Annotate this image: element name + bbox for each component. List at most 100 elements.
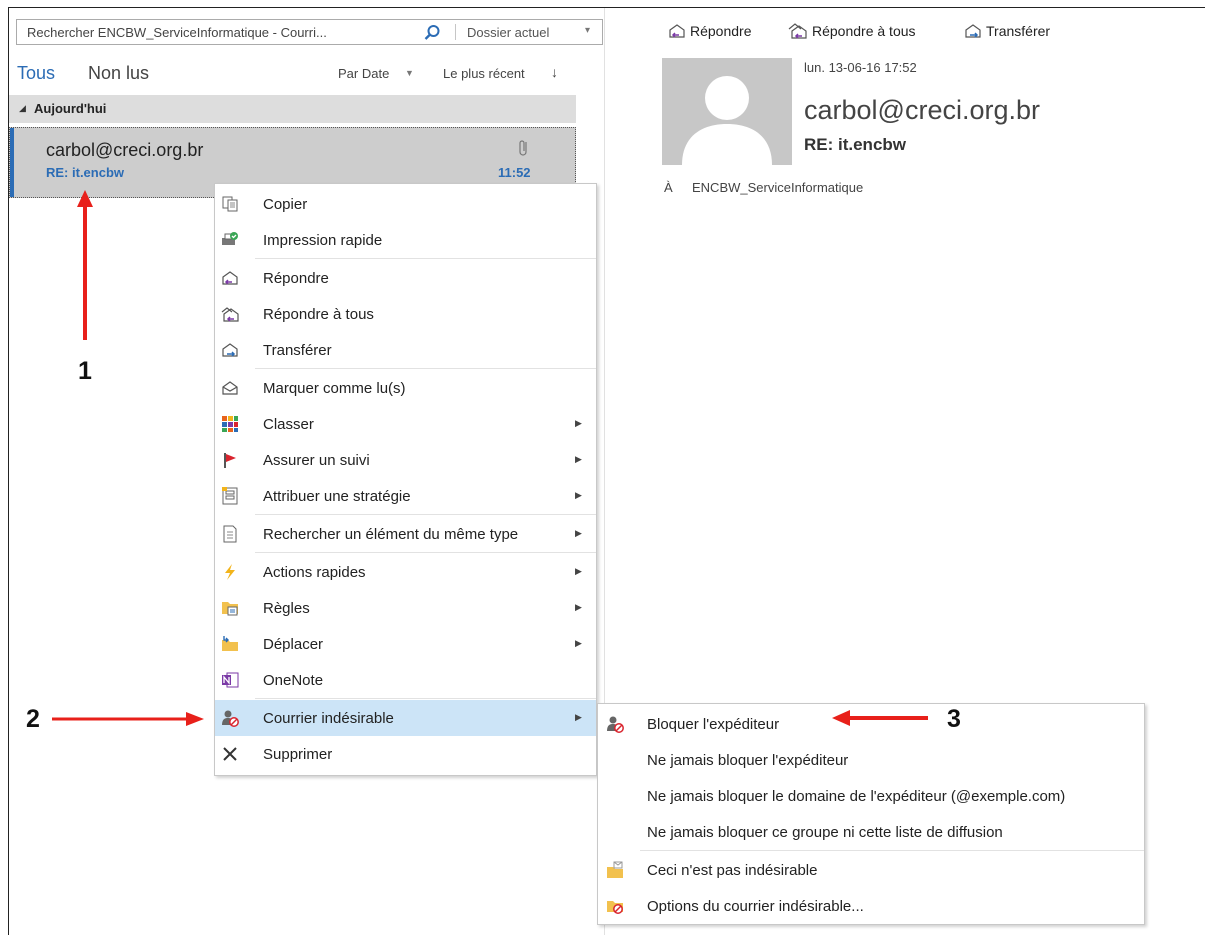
chevron-down-icon[interactable]: ▼ xyxy=(405,68,414,78)
chevron-down-icon[interactable]: ▾ xyxy=(585,25,590,36)
flag-icon xyxy=(224,453,236,468)
menu-item-marquer-lu[interactable]: Marquer comme lu(s) xyxy=(215,370,596,406)
menu-item-label: Rechercher un élément du même type xyxy=(263,526,519,543)
menu-item-label: Courrier indésirable xyxy=(263,710,394,727)
menu-item-rechercher-meme-type[interactable]: Rechercher un élément du même type ▶ xyxy=(215,516,596,552)
submenu-item-ne-jamais-bloquer-expediteur[interactable]: Ne jamais bloquer l'expéditeur xyxy=(598,742,1144,778)
menu-separator xyxy=(255,698,596,699)
submenu-item-pas-indesirable[interactable]: Ceci n'est pas indésirable xyxy=(598,852,1144,888)
email-subject: RE: it.encbw xyxy=(46,165,125,180)
search-icon[interactable] xyxy=(423,24,441,42)
collapse-triangle-icon[interactable]: ◢ xyxy=(19,103,26,114)
selection-indicator xyxy=(10,128,14,197)
junk-icon xyxy=(222,710,239,727)
reading-reply-all-label: Répondre à tous xyxy=(812,23,916,39)
submenu-item-label: Options du courrier indésirable... xyxy=(647,898,864,915)
menu-item-label: Actions rapides xyxy=(263,564,366,581)
reading-reply-all-button[interactable]: Répondre à tous xyxy=(788,23,916,39)
move-folder-icon xyxy=(222,636,238,651)
annotation-number-3: 3 xyxy=(947,705,961,733)
block-sender-icon xyxy=(607,716,624,733)
menu-item-classer[interactable]: Classer ▶ xyxy=(215,406,596,442)
menu-item-assurer-suivi[interactable]: Assurer un suivi ▶ xyxy=(215,442,596,478)
menu-item-label: Attribuer une stratégie xyxy=(263,488,411,505)
group-header-today[interactable]: ◢ Aujourd'hui xyxy=(9,95,576,123)
junk-submenu: Bloquer l'expéditeur Ne jamais bloquer l… xyxy=(597,703,1145,925)
menu-item-label: Répondre à tous xyxy=(263,306,374,323)
policy-icon xyxy=(222,487,238,505)
reading-reply-button[interactable]: Répondre xyxy=(668,23,752,39)
menu-separator xyxy=(255,552,596,553)
attachment-icon xyxy=(519,140,527,156)
menu-item-label: Répondre xyxy=(263,270,329,287)
reading-date: lun. 13-06-16 17:52 xyxy=(804,60,917,75)
menu-item-label: Assurer un suivi xyxy=(263,452,370,469)
reply-all-icon xyxy=(221,307,239,322)
email-sender: carbol@creci.org.br xyxy=(46,140,204,160)
menu-item-label: Déplacer xyxy=(263,636,324,653)
reading-to-label: À xyxy=(664,180,673,195)
junk-options-icon xyxy=(607,901,623,914)
reading-sender: carbol@creci.org.br xyxy=(804,95,1040,125)
menu-item-copier[interactable]: Copier xyxy=(215,186,596,222)
mark-read-icon xyxy=(222,381,238,395)
menu-item-impression-rapide[interactable]: Impression rapide xyxy=(215,222,596,258)
submenu-item-label: Ne jamais bloquer le domaine de l'expédi… xyxy=(647,788,1066,805)
submenu-item-ne-jamais-bloquer-domaine[interactable]: Ne jamais bloquer le domaine de l'expédi… xyxy=(598,778,1144,814)
reading-subject: RE: it.encbw xyxy=(804,135,907,154)
menu-separator xyxy=(255,258,596,259)
menu-separator xyxy=(255,514,596,515)
copy-icon xyxy=(222,196,238,212)
annotation-arrow-1 xyxy=(77,190,93,340)
annotation-number-1: 1 xyxy=(78,357,92,385)
arrow-down-icon[interactable]: ↓ xyxy=(551,64,558,80)
submenu-separator xyxy=(640,850,1144,851)
menu-item-label: Supprimer xyxy=(263,746,333,763)
search-box[interactable]: Rechercher ENCBW_ServiceInformatique - C… xyxy=(16,19,603,45)
menu-item-attribuer-strategie[interactable]: Attribuer une stratégie ▶ xyxy=(215,478,596,514)
search-scope-select[interactable]: Dossier actuel xyxy=(467,25,549,40)
submenu-item-label: Ceci n'est pas indésirable xyxy=(647,862,818,879)
sort-order-toggle[interactable]: Le plus récent xyxy=(443,66,525,81)
reading-to-recipient: ENCBW_ServiceInformatique xyxy=(692,180,864,195)
menu-item-repondre-a-tous[interactable]: Répondre à tous xyxy=(215,296,596,332)
menu-item-supprimer[interactable]: Supprimer xyxy=(215,736,596,772)
quick-print-icon xyxy=(222,232,238,245)
menu-item-label: OneNote xyxy=(263,672,324,689)
menu-item-actions-rapides[interactable]: Actions rapides ▶ xyxy=(215,554,596,590)
avatar xyxy=(662,58,792,165)
context-menu: Copier Impression rapide Répondre Répond… xyxy=(214,183,597,776)
submenu-item-label: Ne jamais bloquer l'expéditeur xyxy=(647,752,849,769)
onenote-icon xyxy=(222,672,239,688)
group-header-label: Aujourd'hui xyxy=(34,101,107,116)
filter-unread-tab[interactable]: Non lus xyxy=(88,63,149,84)
categorize-icon xyxy=(222,416,238,432)
reading-forward-label: Transférer xyxy=(986,23,1051,39)
submenu-item-options-indesirable[interactable]: Options du courrier indésirable... xyxy=(598,888,1144,924)
menu-item-transferer[interactable]: Transférer xyxy=(215,332,596,368)
menu-item-label: Classer xyxy=(263,416,314,433)
submenu-item-ne-jamais-bloquer-groupe[interactable]: Ne jamais bloquer ce groupe ni cette lis… xyxy=(598,814,1144,850)
reading-forward-button[interactable]: Transférer xyxy=(964,23,1050,39)
menu-item-onenote[interactable]: OneNote xyxy=(215,662,596,698)
menu-item-label: Transférer xyxy=(263,342,332,359)
not-junk-icon xyxy=(607,861,623,878)
menu-item-regles[interactable]: Règles ▶ xyxy=(215,590,596,626)
annotation-arrow-2 xyxy=(52,712,204,726)
submenu-arrow-icon: ▶ xyxy=(575,490,582,500)
filter-all-tab[interactable]: Tous xyxy=(17,63,55,84)
submenu-arrow-icon: ▶ xyxy=(575,418,582,428)
submenu-item-bloquer-expediteur[interactable]: Bloquer l'expéditeur xyxy=(598,706,1144,742)
delete-icon xyxy=(223,747,237,761)
submenu-arrow-icon: ▶ xyxy=(575,454,582,464)
menu-item-courrier-indesirable[interactable]: Courrier indésirable ▶ xyxy=(215,700,596,736)
sort-by-dropdown[interactable]: Par Date xyxy=(338,66,389,81)
menu-item-repondre[interactable]: Répondre xyxy=(215,260,596,296)
rules-icon xyxy=(222,602,238,616)
submenu-item-label: Ne jamais bloquer ce groupe ni cette lis… xyxy=(647,824,1003,841)
annotation-number-2: 2 xyxy=(26,705,40,733)
reply-icon xyxy=(669,24,685,38)
menu-item-label: Copier xyxy=(263,196,308,213)
search-input[interactable]: Rechercher ENCBW_ServiceInformatique - C… xyxy=(27,25,327,40)
menu-item-deplacer[interactable]: Déplacer ▶ xyxy=(215,626,596,662)
